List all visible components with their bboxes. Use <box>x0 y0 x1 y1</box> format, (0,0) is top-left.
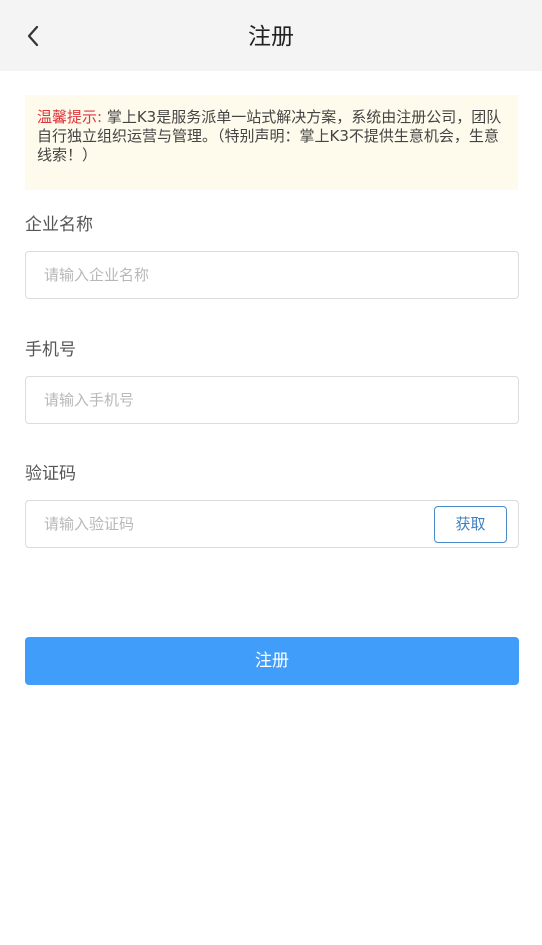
company-name-label: 企业名称 <box>25 215 93 235</box>
verification-code-field[interactable]: 获取 <box>25 500 519 548</box>
notice-label: 温馨提示: <box>37 108 103 126</box>
phone-label: 手机号 <box>25 340 76 360</box>
get-code-button[interactable]: 获取 <box>434 506 507 543</box>
company-name-field[interactable] <box>25 251 519 299</box>
phone-field[interactable] <box>25 376 519 424</box>
warm-tip-notice: 温馨提示: 掌上K3是服务派单一站式解决方案，系统由注册公司，团队自行独立组织运… <box>25 95 518 190</box>
register-button[interactable]: 注册 <box>25 637 519 685</box>
phone-input[interactable] <box>44 377 504 423</box>
company-name-input[interactable] <box>44 252 504 298</box>
header-bar: 注册 <box>0 0 542 71</box>
verification-code-input[interactable] <box>44 501 424 547</box>
page-title: 注册 <box>248 24 294 50</box>
verification-code-label: 验证码 <box>25 464 76 484</box>
notice-text: 掌上K3是服务派单一站式解决方案，系统由注册公司，团队自行独立组织运营与管理。（… <box>37 108 502 164</box>
